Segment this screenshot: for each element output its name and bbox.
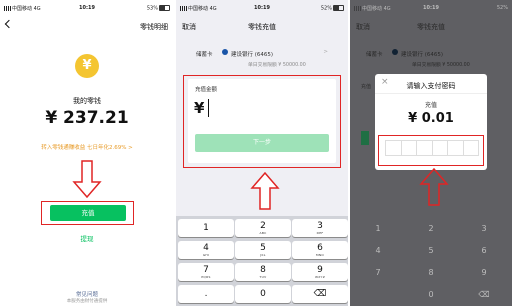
- page-title: 零钱充值: [248, 23, 276, 31]
- key-label: ⌫: [313, 289, 327, 299]
- status-bar: 中国移动 4G 10:19 53%: [0, 4, 174, 13]
- panel-password: 中国移动 4G 10:19 52% 取消 零钱充值 储蓄卡 建设银行 (6465…: [350, 0, 512, 306]
- key-letters: WXYZ: [314, 275, 326, 279]
- faq-link[interactable]: 常见问题: [0, 290, 174, 298]
- battery-icon: [159, 5, 170, 11]
- key-label: 0: [260, 289, 266, 299]
- numeric-keypad: 1 2 ABC 3 DEF 4 GHI 5 JKL 6 MNO 7 PQRS 8 TUV 9 WXYZ. 0 ⌫: [176, 216, 348, 306]
- key-letters: JKL: [260, 253, 266, 257]
- key-label: 4: [203, 243, 209, 253]
- transactions-link[interactable]: 零钱明细: [140, 22, 168, 32]
- key-5[interactable]: 5 JKL: [235, 241, 291, 259]
- card-label: 储蓄卡: [366, 52, 383, 58]
- balance-amount: ¥ 237.21: [45, 108, 129, 128]
- balance-title: 我的零钱: [73, 97, 101, 105]
- bank-name: 建设银行 (6465): [231, 52, 274, 58]
- card-selector[interactable]: 储蓄卡 建设银行 (6465) > 单日交易限额 ¥ 50000.00: [188, 44, 336, 70]
- arrow-up-icon: [250, 172, 280, 210]
- daily-limit: 单日交易限额 ¥ 50000.00: [248, 63, 306, 68]
- key-label: 3: [317, 221, 323, 231]
- backspace-key[interactable]: ⌫: [457, 287, 511, 303]
- key-6[interactable]: 6: [457, 243, 511, 259]
- key-label: 6: [317, 243, 323, 253]
- key-2[interactable]: 2 ABC: [235, 219, 291, 237]
- numeric-keypad: 1 2 3 4 5 6 7 8 9 0 ⌫: [350, 216, 512, 306]
- key-6[interactable]: 6 MNO: [292, 241, 348, 259]
- battery-percent: 53%: [146, 5, 158, 12]
- key-label: 5: [260, 243, 266, 253]
- nav-bar: 零钱明细: [0, 17, 174, 35]
- daily-limit: 单日交易限额 ¥ 50000.00: [412, 63, 470, 68]
- key-3[interactable]: 3 DEF: [292, 219, 348, 237]
- battery-percent: 52%: [496, 5, 508, 11]
- page-title: 零钱充值: [417, 23, 445, 31]
- nav-bar: 取消 零钱充值: [176, 17, 348, 35]
- currency-symbol: ¥: [194, 99, 205, 117]
- card-label: 储蓄卡: [196, 52, 213, 58]
- key-4[interactable]: 4 GHI: [178, 241, 234, 259]
- backspace-key[interactable]: ⌫: [292, 285, 348, 303]
- key-label: 9: [317, 265, 323, 275]
- key-5[interactable]: 5: [404, 243, 458, 259]
- key-1[interactable]: 1: [351, 221, 405, 237]
- key-dot[interactable]: .: [178, 285, 234, 303]
- bank-icon: [222, 49, 228, 55]
- key-8[interactable]: 8: [404, 265, 458, 281]
- key-8[interactable]: 8 TUV: [235, 263, 291, 281]
- key-blank: [351, 287, 405, 303]
- topup-button[interactable]: 充值: [50, 205, 126, 221]
- key-label: 1: [203, 223, 209, 233]
- key-letters: ABC: [259, 231, 267, 235]
- amount-label: 充值金额: [195, 87, 218, 93]
- dialog-title: 请输入支付密码: [406, 82, 456, 90]
- card-selector: 储蓄卡 建设银行 (6465) 单日交易限额 ¥ 50000.00: [358, 44, 504, 70]
- highlight-box: [378, 135, 484, 166]
- chevron-right-icon: >: [323, 49, 328, 55]
- key-label: 8: [260, 265, 266, 275]
- dialog-amount: ¥ 0.01: [408, 111, 454, 126]
- key-letters: MNO: [315, 253, 325, 257]
- amount-label: 充值: [361, 84, 372, 90]
- key-letters: PQRS: [201, 275, 211, 279]
- back-button[interactable]: [4, 19, 14, 29]
- bank-icon: [392, 49, 398, 55]
- key-0[interactable]: 0: [404, 287, 458, 303]
- nav-bar: 取消 零钱充值: [350, 17, 512, 35]
- green-button-partial: [361, 131, 369, 145]
- status-time: 10:19: [423, 5, 439, 11]
- battery-percent: 52%: [320, 5, 332, 12]
- key-letters: DEF: [316, 231, 324, 235]
- key-0[interactable]: 0: [235, 285, 291, 303]
- arrow-down-icon: [72, 160, 102, 198]
- key-letters: GHI: [202, 253, 210, 257]
- amount-input[interactable]: [208, 99, 209, 117]
- amount-card: 充值金额 ¥ 下一步: [188, 79, 336, 163]
- arrow-up-icon: [419, 168, 449, 206]
- key-letters: TUV: [259, 275, 267, 279]
- key-label: 7: [203, 265, 209, 275]
- key-4[interactable]: 4: [351, 243, 405, 259]
- key-1[interactable]: 1: [178, 219, 234, 237]
- bank-name: 建设银行 (6465): [401, 52, 444, 58]
- key-label: 2: [260, 221, 266, 231]
- footer-text: 本服务由财付通提供: [66, 299, 108, 304]
- battery-icon: [333, 5, 344, 11]
- status-bar: 中国移动 4G 10:19 52%: [350, 4, 512, 13]
- key-label: .: [204, 289, 208, 299]
- coin-icon: ¥: [75, 54, 99, 78]
- withdraw-link[interactable]: 提现: [0, 233, 174, 243]
- chevron-left-icon: [4, 19, 14, 29]
- promo-link[interactable]: 转入零钱通赚收益 七日年化2.69% >: [0, 143, 174, 151]
- dialog-subtitle: 充值: [424, 102, 437, 109]
- key-9[interactable]: 9 WXYZ: [292, 263, 348, 281]
- key-9[interactable]: 9: [457, 265, 511, 281]
- key-7[interactable]: 7 PQRS: [178, 263, 234, 281]
- panel-topup: 中国移动 4G 10:19 52% 取消 零钱充值 储蓄卡 建设银行 (6465…: [176, 0, 348, 306]
- panel-wallet: 中国移动 4G 10:19 53% 零钱明细 ¥ 我的零钱 ¥ 237.21 转…: [0, 0, 174, 306]
- status-bar: 中国移动 4G 10:19 52%: [176, 4, 348, 13]
- key-7[interactable]: 7: [351, 265, 405, 281]
- next-button[interactable]: 下一步: [195, 134, 329, 152]
- key-3[interactable]: 3: [457, 221, 511, 237]
- key-2[interactable]: 2: [404, 221, 458, 237]
